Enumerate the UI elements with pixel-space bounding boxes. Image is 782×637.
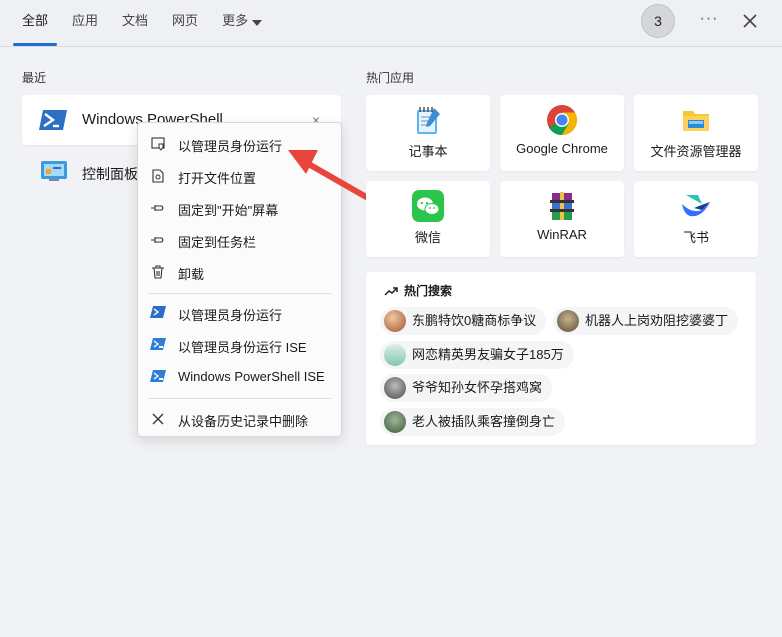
hot-search-panel: 热门搜索 东鹏特饮0糖商标争议 机器人上岗劝阻挖婆婆丁 网恋精英男友骗女子185… [366,272,756,445]
feishu-icon [680,190,712,222]
hot-search-item[interactable]: 爷爷知孙女怀孕搭鸡窝 [380,374,553,402]
menu-item-powershell-ise[interactable]: Windows PowerShell ISE [138,362,341,392]
app-tile-feishu[interactable]: 飞书 [634,181,758,257]
more-horizontal-icon[interactable]: ··· [696,8,722,34]
avatar [557,310,579,332]
avatar [384,344,406,366]
tab-all[interactable]: 全部 [10,0,60,46]
divider [0,46,782,47]
close-icon [150,411,166,427]
menu-item-ps-run-as-admin[interactable]: 以管理员身份运行 [138,298,341,328]
app-tile-notepad[interactable]: 记事本 [366,95,490,171]
recent-title: 最近 [22,71,47,85]
chevron-down-icon [252,1,263,43]
shield-icon [150,136,166,152]
recent-item-control-panel[interactable]: 控制面板 [22,156,142,186]
powershell-ise-icon [150,337,166,353]
avatar [384,377,406,399]
tab-apps[interactable]: 应用 [60,0,110,46]
menu-item-remove-history[interactable]: 从设备历史记录中删除 [138,404,341,434]
avatar [384,411,406,433]
tab-bar: 全部 应用 文档 网页 更多 [10,0,274,46]
hot-search-item[interactable]: 老人被插队乘客撞倒身亡 [380,408,566,436]
hot-search-item[interactable]: 东鹏特饮0糖商标争议 [380,307,547,335]
app-tile-chrome[interactable]: Google Chrome [500,95,624,171]
tab-more[interactable]: 更多 [210,0,274,46]
trending-icon [384,285,398,299]
menu-separator [148,293,331,294]
app-tile-file-explorer[interactable]: 文件资源管理器 [634,95,758,171]
close-icon[interactable] [737,8,763,34]
hot-search-item[interactable]: 网恋精英男友骗女子185万 [380,341,574,369]
file-location-icon [150,168,166,184]
recent-item-label: 控制面板 [82,166,138,182]
app-tile-winrar[interactable]: WinRAR [500,181,624,257]
top-bar: 全部 应用 文档 网页 更多 3 ··· [0,0,782,46]
pin-icon [150,200,166,216]
winrar-icon [546,190,578,222]
file-explorer-icon [680,104,712,136]
app-tile-wechat[interactable]: 微信 [366,181,490,257]
powershell-icon [150,305,166,321]
wechat-icon [412,190,444,222]
hot-search-item[interactable]: 机器人上岗劝阻挖婆婆丁 [553,307,739,335]
avatar [384,310,406,332]
hot-apps-title: 热门应用 [366,71,415,85]
pin-icon [150,232,166,248]
menu-item-pin-taskbar[interactable]: 固定到任务栏 [138,225,341,255]
tab-web[interactable]: 网页 [160,0,210,46]
tab-documents[interactable]: 文档 [110,0,160,46]
trash-icon [150,264,166,280]
powershell-icon [38,108,68,137]
chrome-icon [546,104,578,136]
menu-item-ise-run-as-admin[interactable]: 以管理员身份运行 ISE [138,330,341,360]
menu-separator [148,398,331,399]
powershell-ise-icon [150,369,166,385]
hot-search-title: 热门搜索 [384,282,452,299]
notification-badge[interactable]: 3 [641,4,675,38]
notepad-icon [412,104,444,136]
menu-item-uninstall[interactable]: 卸载 [138,257,341,287]
control-panel-icon [40,160,68,187]
annotation-arrow [288,150,371,201]
